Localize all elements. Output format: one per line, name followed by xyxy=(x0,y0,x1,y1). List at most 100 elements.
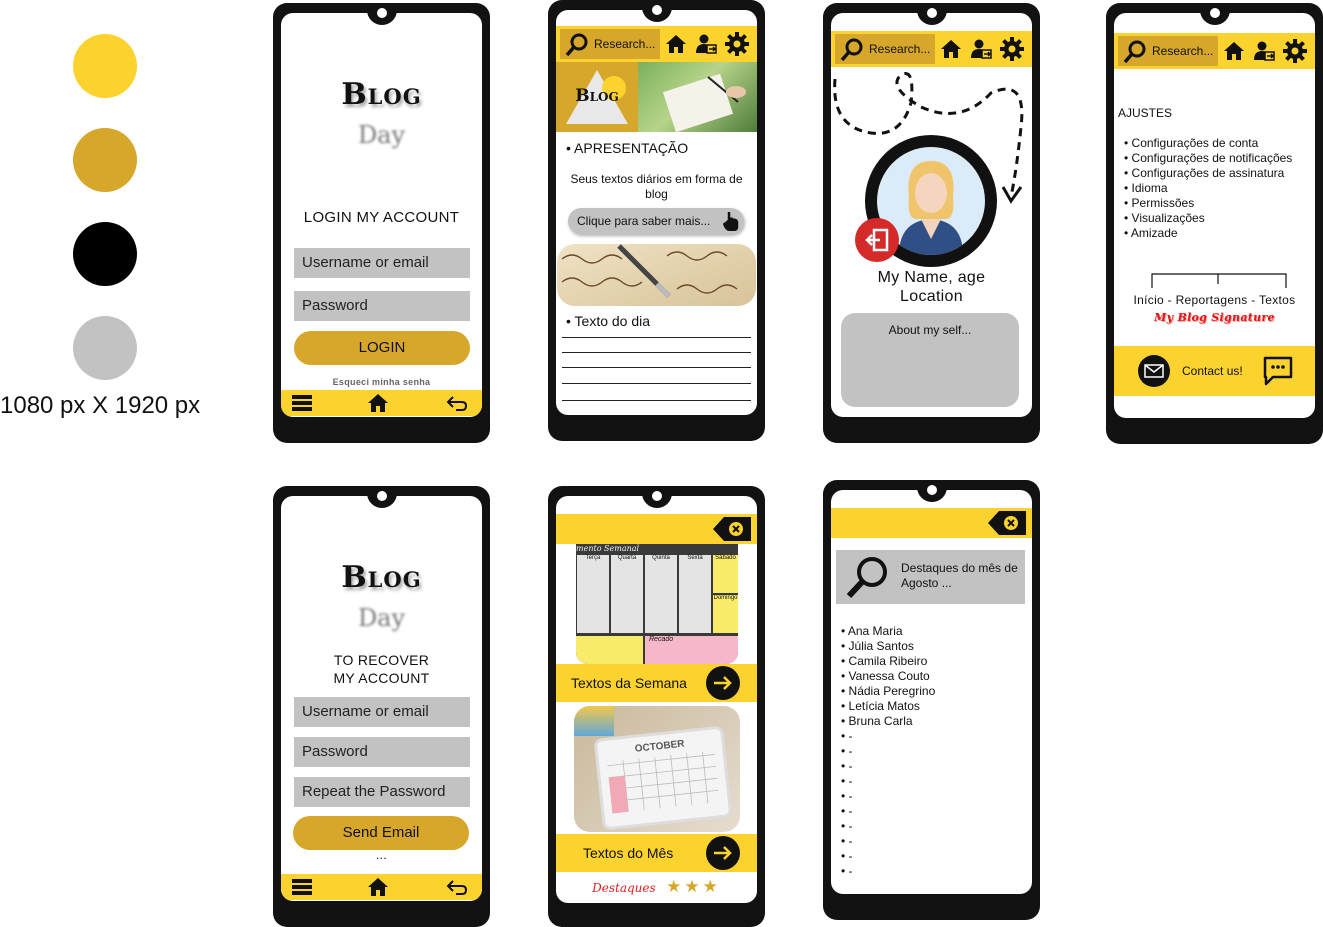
highlight-list-item[interactable]: • Camila Ribeiro xyxy=(841,654,1021,669)
settings-item-label: Configurações de conta xyxy=(1131,136,1259,150)
monthly-texts-label: Textos do Mês xyxy=(583,845,674,861)
planner-title: mento Semanal xyxy=(576,544,640,553)
logout-icon[interactable] xyxy=(855,218,899,262)
home-icon[interactable] xyxy=(1222,39,1246,63)
highlight-list-item[interactable]: • Júlia Santos xyxy=(841,639,1021,654)
highlight-name: Nádia Peregrino xyxy=(848,684,936,698)
highlight-name: - xyxy=(848,804,853,818)
home-icon[interactable] xyxy=(366,876,390,898)
highlight-list-item[interactable]: • Letícia Matos xyxy=(841,699,1021,714)
settings-item-label: Permissões xyxy=(1131,196,1195,210)
repeat-password-field[interactable]: Repeat the Password xyxy=(294,777,470,807)
password-field[interactable]: Password xyxy=(294,291,470,321)
settings-screen: Research... AJUSTES • Configurações de c… xyxy=(1114,13,1315,418)
profile-screen: Research... My Name, age Location About … xyxy=(831,13,1032,417)
planner-day-saturday: Sábado xyxy=(713,555,738,593)
top-bar: Research... xyxy=(1114,33,1315,69)
highlights-label[interactable]: Destaques ★★★ xyxy=(556,877,757,897)
pen-paper-photo xyxy=(557,244,756,306)
arrow-right-icon[interactable] xyxy=(706,666,740,700)
highlight-list-item[interactable]: • - xyxy=(841,804,1021,819)
gear-icon[interactable] xyxy=(724,31,750,57)
logo-tile: Blog xyxy=(556,62,638,132)
bullet-dot: • xyxy=(1124,181,1132,195)
highlight-list-item[interactable]: • Nádia Peregrino xyxy=(841,684,1021,699)
settings-item[interactable]: • Permissões xyxy=(1124,196,1314,211)
mail-icon[interactable] xyxy=(1138,355,1170,387)
username-field[interactable]: Username or email xyxy=(294,697,470,727)
highlights-search-box[interactable]: Destaques do mês de Agosto ... xyxy=(836,550,1025,604)
gear-icon[interactable] xyxy=(999,36,1025,62)
menu-screen: mento Semanal Terça Quarta Quinta Sexta … xyxy=(556,496,757,903)
highlight-list-item[interactable]: • - xyxy=(841,819,1021,834)
about-me-box[interactable]: About my self... xyxy=(841,313,1019,407)
highlight-list-item[interactable]: • - xyxy=(841,774,1021,789)
bullet-dot: • xyxy=(841,714,849,728)
bullet-dot: • xyxy=(841,624,848,638)
settings-item[interactable]: • Amizade xyxy=(1124,226,1314,241)
contact-bar[interactable]: Contact us! xyxy=(1114,346,1315,396)
profile-icon[interactable] xyxy=(694,32,718,56)
blog-signature: My Blog Signature xyxy=(1154,311,1275,324)
highlight-list-item[interactable]: • Vanessa Couto xyxy=(841,669,1021,684)
chat-icon[interactable] xyxy=(1262,355,1294,387)
more-info-button[interactable]: Clique para saber mais... xyxy=(568,208,744,234)
home-icon[interactable] xyxy=(939,37,963,61)
footer-links[interactable]: Início - Reportagens - Textos xyxy=(1114,291,1315,309)
home-icon[interactable] xyxy=(366,392,390,414)
back-icon[interactable] xyxy=(445,393,469,413)
close-button[interactable] xyxy=(712,516,752,542)
settings-item-label: Configurações de notificações xyxy=(1131,151,1293,165)
highlight-name: Vanessa Couto xyxy=(848,669,930,683)
highlight-list-item[interactable]: • - xyxy=(841,834,1021,849)
settings-item[interactable]: • Configurações de assinatura xyxy=(1124,166,1314,181)
home-icon[interactable] xyxy=(664,32,688,56)
password-field[interactable]: Password xyxy=(294,737,470,767)
highlight-list-item[interactable]: • - xyxy=(841,729,1021,744)
settings-item[interactable]: • Visualizações xyxy=(1124,211,1314,226)
highlight-name: Bruna Carla xyxy=(848,714,913,728)
settings-item-label: Configurações de assinatura xyxy=(1131,166,1285,180)
planner-day-wednesday: Quarta xyxy=(611,555,643,633)
highlight-name: - xyxy=(848,849,853,863)
forgot-password-link[interactable]: Esqueci minha senha xyxy=(281,373,482,391)
gear-icon[interactable] xyxy=(1282,38,1308,64)
planner-day-label: Domingo xyxy=(713,595,738,601)
close-button[interactable] xyxy=(987,510,1027,536)
top-bar xyxy=(556,514,757,544)
highlight-list-item[interactable]: • Bruna Carla xyxy=(841,714,1021,729)
weekly-texts-bar[interactable]: Textos da Semana xyxy=(556,664,757,702)
send-email-button[interactable]: Send Email xyxy=(293,816,469,850)
planner-day-sunday: Domingo xyxy=(713,595,738,633)
text-line xyxy=(562,337,751,338)
highlight-list-item[interactable]: • - xyxy=(841,789,1021,804)
monthly-texts-bar[interactable]: Textos do Mês xyxy=(556,834,757,872)
phone-home: Research... Blog • APRESENTAÇÃO Seus tex… xyxy=(548,0,765,441)
bullet-dot: • xyxy=(841,864,849,878)
highlight-list-item[interactable]: • - xyxy=(841,744,1021,759)
highlight-list-item[interactable]: • - xyxy=(841,864,1021,879)
back-icon[interactable] xyxy=(445,877,469,897)
bottom-nav xyxy=(281,390,482,416)
menu-icon[interactable] xyxy=(291,877,313,897)
highlight-name: - xyxy=(848,744,853,758)
bullet-dot: • xyxy=(841,669,849,683)
arrow-right-icon[interactable] xyxy=(706,836,740,870)
username-field[interactable]: Username or email xyxy=(294,248,470,278)
profile-icon[interactable] xyxy=(969,37,993,61)
profile-icon[interactable] xyxy=(1252,39,1276,63)
settings-item[interactable]: • Configurações de notificações xyxy=(1124,151,1314,166)
login-button[interactable]: LOGIN xyxy=(294,331,470,365)
bullet-dot: • xyxy=(841,849,849,863)
highlight-list-item[interactable]: • - xyxy=(841,849,1021,864)
settings-item[interactable]: • Idioma xyxy=(1124,181,1314,196)
settings-item[interactable]: • Configurações de conta xyxy=(1124,136,1314,151)
text-line xyxy=(562,383,751,384)
menu-icon[interactable] xyxy=(291,393,313,413)
login-screen: Blog Day LOGIN MY ACCOUNT Username or em… xyxy=(281,13,482,417)
highlight-list-item[interactable]: • - xyxy=(841,759,1021,774)
highlight-list-item[interactable]: • Ana Maria xyxy=(841,624,1021,639)
highlight-name: Ana Maria xyxy=(847,624,903,638)
bullet-dot: • xyxy=(1124,226,1131,240)
blog-logo-sub: Day xyxy=(357,604,406,632)
